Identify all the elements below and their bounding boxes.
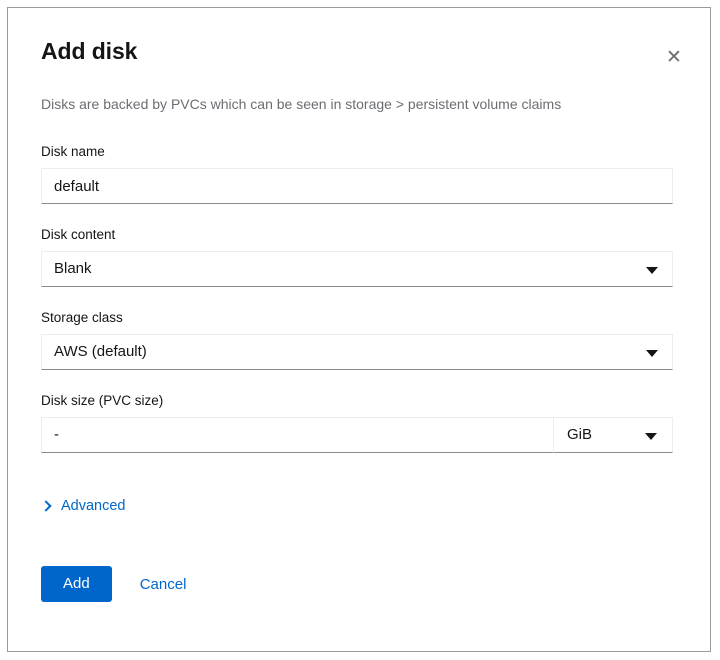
disk-size-row: GiB	[41, 416, 673, 453]
add-button[interactable]: Add	[41, 566, 112, 602]
advanced-toggle[interactable]: Advanced	[41, 499, 126, 514]
disk-name-input[interactable]	[41, 168, 673, 205]
advanced-toggle-label: Advanced	[61, 497, 126, 514]
disk-size-label: Disk size (PVC size)	[41, 392, 164, 408]
close-icon[interactable]: ✕	[658, 41, 690, 73]
dialog-footer: Add Cancel	[41, 566, 678, 602]
chevron-right-icon	[41, 501, 51, 511]
chevron-down-icon	[645, 432, 657, 440]
dialog-subtitle: Disks are backed by PVCs which can be se…	[41, 95, 562, 112]
form-group-disk-content: Disk content Blank	[41, 226, 678, 287]
dialog-body: Add disk ✕ Disks are backed by PVCs whic…	[8, 8, 710, 651]
chevron-down-icon	[646, 266, 658, 274]
disk-content-label: Disk content	[41, 227, 116, 243]
storage-class-label: Storage class	[41, 309, 123, 325]
add-disk-dialog: Add disk ✕ Disks are backed by PVCs whic…	[7, 7, 711, 652]
chevron-down-icon	[646, 349, 658, 357]
disk-name-label: Disk name	[41, 144, 105, 160]
disk-content-select[interactable]: Blank	[41, 250, 673, 287]
disk-size-unit-select[interactable]: GiB	[553, 416, 673, 453]
form-group-disk-name: Disk name	[41, 143, 678, 205]
form-group-storage-class: Storage class AWS (default)	[41, 309, 678, 370]
storage-class-selected-value: AWS (default)	[54, 343, 147, 361]
dialog-title: Add disk	[41, 38, 138, 64]
disk-size-input[interactable]	[41, 416, 553, 453]
storage-class-select[interactable]: AWS (default)	[41, 333, 673, 370]
cancel-button[interactable]: Cancel	[134, 566, 193, 602]
disk-size-unit-value: GiB	[567, 426, 593, 444]
disk-content-selected-value: Blank	[54, 260, 92, 278]
form-group-disk-size: Disk size (PVC size) GiB	[41, 392, 678, 453]
